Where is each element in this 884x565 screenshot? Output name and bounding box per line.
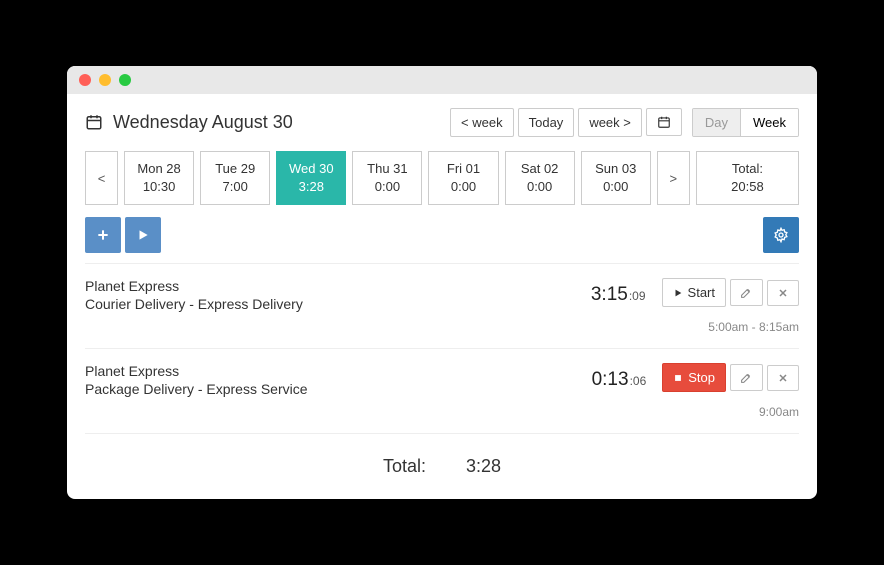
close-icon [777,372,789,384]
week-total-label: Total: [732,161,763,176]
edit-button[interactable] [730,279,763,306]
day-time: 7:00 [205,178,265,196]
day-label: Tue 29 [205,160,265,178]
close-icon [777,287,789,299]
delete-button[interactable] [767,365,799,391]
days-row: < Mon 2810:30Tue 297:00Wed 303:28Thu 310… [85,151,799,205]
page-title: Wednesday August 30 [113,112,293,133]
content-area: Wednesday August 30 < week Today week > … [67,94,817,499]
day-label: Thu 31 [357,160,417,178]
view-day-button[interactable]: Day [693,109,740,136]
settings-button[interactable] [763,217,799,253]
entry-description: Courier Delivery - Express Delivery [85,296,591,312]
close-window-icon[interactable] [79,74,91,86]
day-label: Sun 03 [586,160,646,178]
header-row: Wednesday August 30 < week Today week > … [85,108,799,137]
prev-day-button[interactable]: < [85,151,118,205]
footer-total-label: Total: [383,456,426,477]
titlebar [67,66,817,94]
minimize-window-icon[interactable] [99,74,111,86]
day-time: 0:00 [357,178,417,196]
date-picker-button[interactable] [646,108,682,136]
day-label: Wed 30 [281,160,341,178]
day-time: 0:00 [433,178,493,196]
entry-duration: 0:13:06 [592,369,647,391]
day-cell[interactable]: Mon 2810:30 [124,151,194,205]
day-label: Sat 02 [510,160,570,178]
edit-icon [740,371,753,384]
next-week-button[interactable]: week > [578,108,642,137]
entry-client: Planet Express [85,278,591,294]
maximize-window-icon[interactable] [119,74,131,86]
start-button[interactable]: Start [662,278,726,307]
entry-client: Planet Express [85,363,592,379]
footer-total: Total: 3:28 [85,448,799,481]
week-total-value: 20:58 [731,179,764,194]
entry-time-range: 5:00am - 8:15am [85,320,799,334]
entry-duration: 3:15:09 [591,284,646,306]
divider [85,263,799,264]
day-cell[interactable]: Wed 303:28 [276,151,346,205]
calendar-icon [85,113,103,131]
app-window: Wednesday August 30 < week Today week > … [67,66,817,499]
delete-button[interactable] [767,280,799,306]
day-cell[interactable]: Sun 030:00 [581,151,651,205]
view-week-button[interactable]: Week [740,109,798,136]
stop-button[interactable]: Stop [662,363,726,392]
edit-icon [740,286,753,299]
today-button[interactable]: Today [518,108,575,137]
add-entry-button[interactable] [85,217,121,253]
day-time: 10:30 [129,178,189,196]
next-day-button[interactable]: > [657,151,690,205]
entry-description: Package Delivery - Express Service [85,381,592,397]
day-time: 0:00 [586,178,646,196]
day-cell[interactable]: Fri 010:00 [428,151,498,205]
week-total: Total: 20:58 [696,151,799,205]
footer-total-value: 3:28 [466,456,501,477]
prev-week-button[interactable]: < week [450,108,514,137]
time-entry: Planet Express Package Delivery - Express… [85,363,799,434]
day-time: 3:28 [281,178,341,196]
time-entry: Planet Express Courier Delivery - Express… [85,278,799,349]
day-cell[interactable]: Thu 310:00 [352,151,422,205]
page-title-group: Wednesday August 30 [85,112,293,133]
entry-time-range: 9:00am [85,405,799,419]
view-toggle: Day Week [692,108,799,137]
play-icon [673,288,683,298]
day-cell[interactable]: Sat 020:00 [505,151,575,205]
play-all-button[interactable] [125,217,161,253]
day-cell[interactable]: Tue 297:00 [200,151,270,205]
day-label: Fri 01 [433,160,493,178]
stop-icon [673,373,683,383]
day-label: Mon 28 [129,160,189,178]
header-nav: < week Today week > Day Week [450,108,799,137]
action-row [85,217,799,253]
day-time: 0:00 [510,178,570,196]
edit-button[interactable] [730,364,763,391]
